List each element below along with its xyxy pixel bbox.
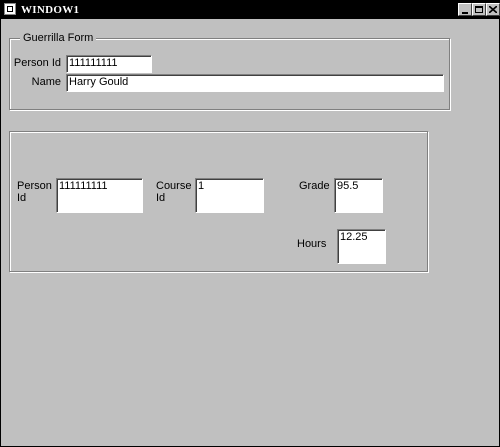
hours-field[interactable]: 12.25 xyxy=(337,229,386,264)
window-title: WINDOW1 xyxy=(21,4,80,16)
grade-field[interactable]: 95.5 xyxy=(334,178,383,213)
grade-label: Grade xyxy=(299,180,330,192)
course-id-field[interactable]: 1 xyxy=(195,178,264,213)
maximize-icon[interactable] xyxy=(472,3,486,16)
group-legend: Guerrilla Form xyxy=(20,31,97,45)
minimize-icon[interactable] xyxy=(458,3,472,16)
title-bar[interactable]: WINDOW1 xyxy=(1,1,500,19)
enroll-person-id-field[interactable]: 111111111 xyxy=(56,178,143,213)
main-window: WINDOW1 Guerrilla Form Person Id 1111111… xyxy=(0,0,500,447)
name-label: Name xyxy=(31,76,61,88)
close-icon[interactable] xyxy=(486,3,500,16)
enroll-person-id-label-line1: Person xyxy=(17,180,52,192)
person-id-label: Person Id xyxy=(13,57,61,69)
person-id-field[interactable]: 111111111 xyxy=(66,55,152,73)
enroll-person-id-label-line2: Id xyxy=(17,192,27,204)
course-id-label-line1: Course xyxy=(156,180,192,192)
app-window-icon[interactable] xyxy=(4,3,16,15)
name-field[interactable]: Harry Gould xyxy=(66,74,444,92)
hours-label: Hours xyxy=(297,238,327,250)
course-id-label-line2: Id xyxy=(156,192,166,204)
